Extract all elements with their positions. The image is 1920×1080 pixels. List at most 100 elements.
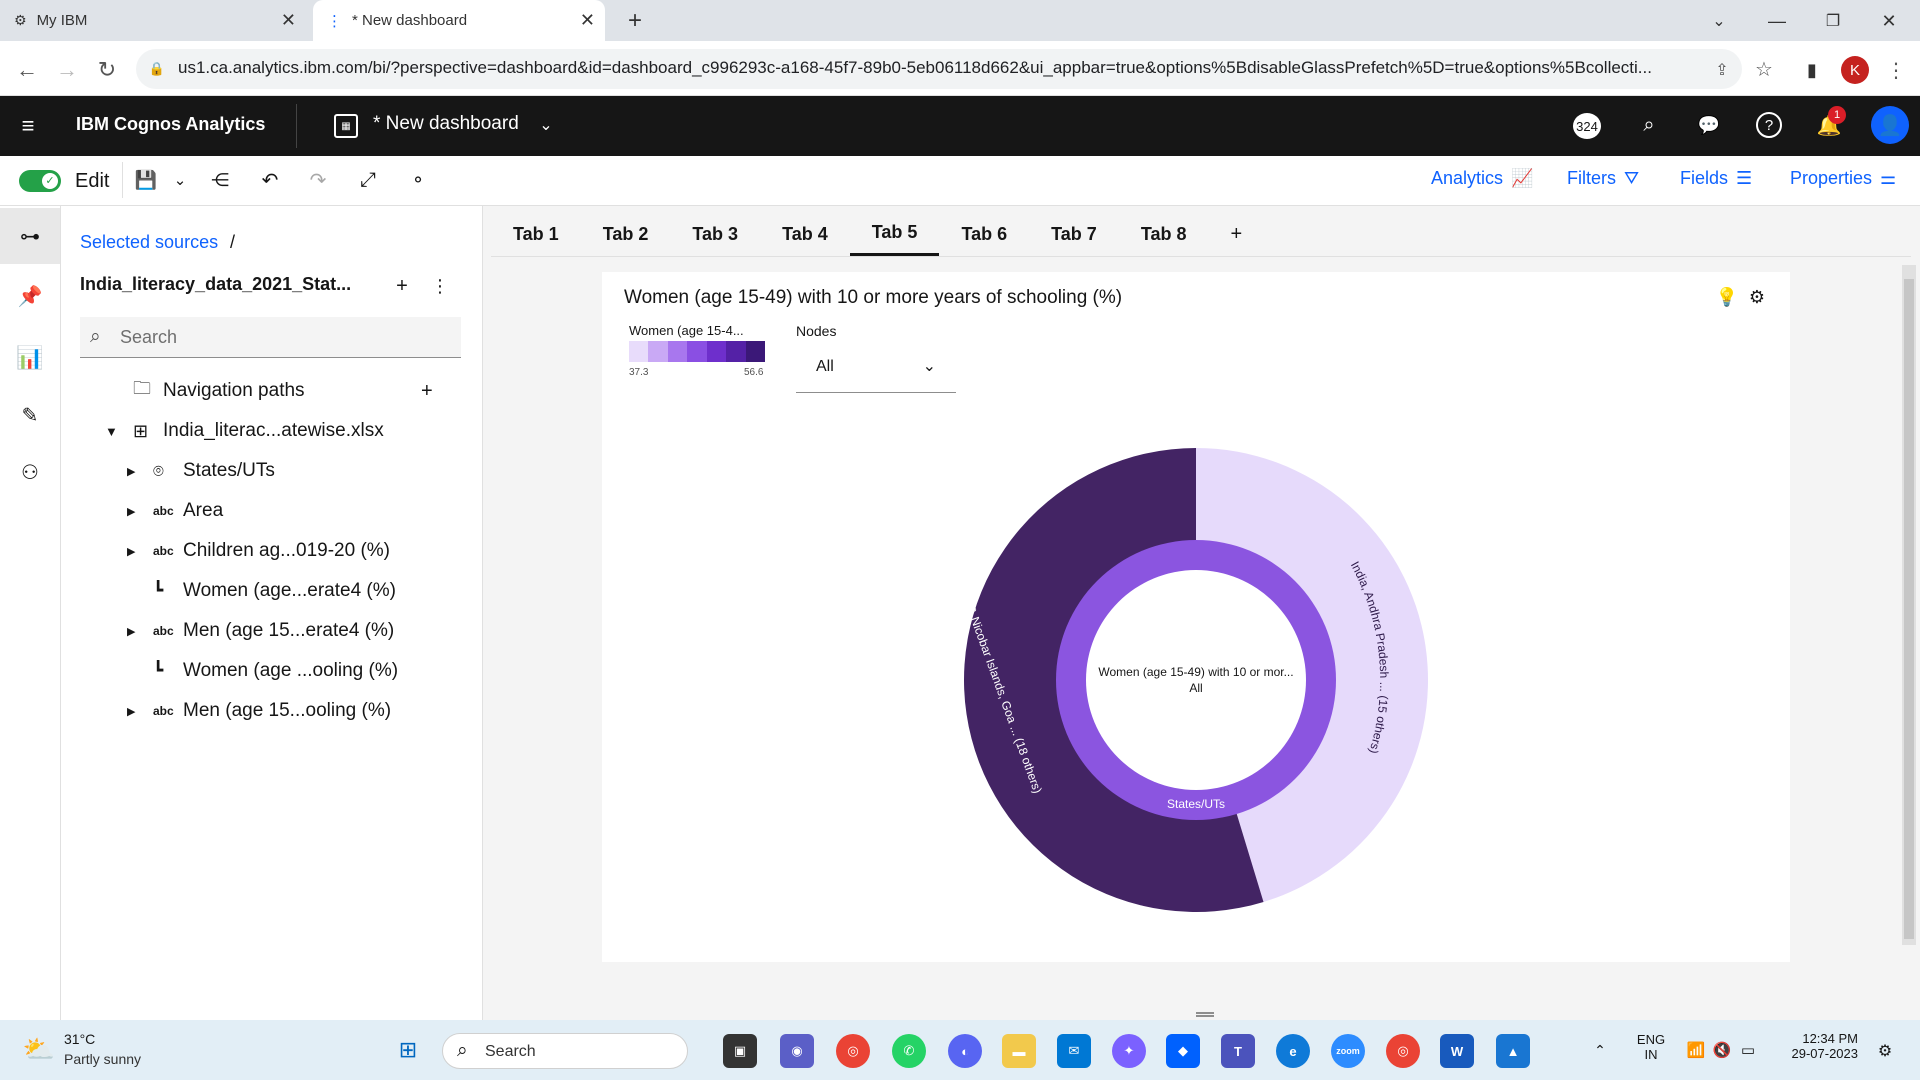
undo-icon[interactable]: ↶ <box>258 168 282 192</box>
tree-item-women-literate[interactable]: ┗ Women (age...erate4 (%) <box>61 571 481 611</box>
weather-temp[interactable]: 31°C <box>64 1031 95 1047</box>
fields-button[interactable]: Fields ☰ <box>1680 168 1752 189</box>
fullscreen-icon[interactable]: ⤢ <box>356 168 380 192</box>
restore-icon[interactable]: ❐ <box>1820 8 1846 34</box>
copilot-icon[interactable]: ✦ <box>1112 1034 1146 1068</box>
settings-gear-icon[interactable]: ⚙ <box>1746 286 1768 308</box>
zoom-icon[interactable]: zoom <box>1331 1034 1365 1068</box>
battery-icon[interactable]: ▭ <box>1738 1040 1758 1060</box>
browser-menu-icon[interactable]: ⋮ <box>1886 57 1906 83</box>
taskbar-search[interactable]: ⌕ Search <box>442 1033 688 1069</box>
discord-icon[interactable]: ◐ <box>948 1034 982 1068</box>
vertical-scrollbar[interactable] <box>1902 265 1916 945</box>
insights-bulb-icon[interactable]: 💡 <box>1716 286 1738 308</box>
lock-icon[interactable]: 🔒 <box>148 60 166 78</box>
chevron-down-icon[interactable]: ⌄ <box>535 112 557 138</box>
tree-item-table[interactable]: ▼ ⊞ India_literac...atewise.xlsx <box>61 411 481 451</box>
close-tab-icon[interactable]: ✕ <box>580 10 595 31</box>
chrome-profile-icon[interactable]: ◎ <box>1386 1034 1420 1068</box>
caret-right-icon[interactable]: ▶ <box>127 545 135 558</box>
share-network-icon[interactable]: ⋲ <box>208 168 232 192</box>
badge-counter[interactable]: 324 <box>1573 113 1601 139</box>
dropbox-icon[interactable]: ◆ <box>1166 1034 1200 1068</box>
word-icon[interactable]: W <box>1440 1034 1474 1068</box>
caret-right-icon[interactable]: ▶ <box>127 465 135 478</box>
tree-item-states[interactable]: ▶ ⌾ States/UTs <box>61 451 481 491</box>
add-tab-button[interactable]: + <box>1209 212 1265 256</box>
profile-avatar[interactable]: K <box>1841 56 1869 84</box>
search-icon[interactable]: ⌕ <box>1636 112 1662 138</box>
new-tab-icon[interactable]: + <box>622 7 648 34</box>
sunburst-chart[interactable]: India, Andhra Pradesh ... (15 others) Wo… <box>960 440 1440 920</box>
edit-toggle[interactable]: ✓ <box>19 170 61 192</box>
tree-item-women-schooling[interactable]: ┗ Women (age ...ooling (%) <box>61 651 481 691</box>
save-menu-chevron-icon[interactable]: ⌄ <box>170 168 190 192</box>
tab-2[interactable]: Tab 2 <box>581 212 671 256</box>
clock[interactable]: 12:34 PM 29-07-2023 <box>1778 1031 1859 1061</box>
tab-5[interactable]: Tab 5 <box>849 212 940 256</box>
tree-item-men-literate[interactable]: ▶ abc Men (age 15...erate4 (%) <box>61 611 481 651</box>
analytics-button[interactable]: Analytics 📈 <box>1431 168 1533 189</box>
weather-desc[interactable]: Partly sunny <box>64 1051 141 1067</box>
source-name[interactable]: India_literacy_data_2021_Stat... <box>80 274 351 295</box>
source-search-field[interactable]: ⌕ Search <box>80 317 461 358</box>
tree-item-children[interactable]: ▶ abc Children ag...019-20 (%) <box>61 531 481 571</box>
hamburger-menu-icon[interactable]: ≡ <box>16 113 40 138</box>
breadcrumb-selected-sources[interactable]: Selected sources <box>80 232 218 253</box>
whatsapp-icon[interactable]: ✆ <box>892 1034 926 1068</box>
close-tab-icon[interactable]: ✕ <box>281 10 296 31</box>
mail-icon[interactable]: ✉ <box>1057 1034 1091 1068</box>
widgets-icon[interactable]: ✎ <box>16 401 44 429</box>
tab-search-chevron-icon[interactable]: ⌄ <box>1706 8 1732 34</box>
filters-button[interactable]: Filters ⛛ <box>1567 168 1639 189</box>
minimize-icon[interactable]: — <box>1764 8 1790 34</box>
nodes-dropdown[interactable]: All ⌄ <box>796 348 956 393</box>
forward-icon[interactable]: → <box>54 57 80 83</box>
caret-right-icon[interactable]: ▶ <box>127 705 135 718</box>
task-view-icon[interactable]: ▣ <box>723 1034 757 1068</box>
browser-tab-myibm[interactable]: ⚙ My IBM ✕ <box>14 0 304 41</box>
speaker-muted-icon[interactable]: 🔇 <box>1712 1040 1732 1060</box>
tab-8[interactable]: Tab 8 <box>1119 212 1209 256</box>
back-icon[interactable]: ← <box>14 57 40 83</box>
add-source-icon[interactable]: + <box>392 275 412 297</box>
tab-7[interactable]: Tab 7 <box>1029 212 1119 256</box>
reload-icon[interactable]: ↻ <box>94 57 120 83</box>
help-icon[interactable]: ? <box>1756 112 1782 138</box>
sources-tree-icon[interactable]: ⊶ <box>0 208 60 264</box>
tree-item-navigation-paths[interactable]: 🗀 Navigation paths + <box>61 371 481 411</box>
assistant-icon[interactable]: ⚇ <box>16 458 44 486</box>
scrollbar-thumb[interactable] <box>1904 279 1914 939</box>
share-icon[interactable]: ⇪ <box>1710 58 1734 82</box>
overflow-menu-icon[interactable]: ⋮ <box>430 276 450 296</box>
tree-item-men-schooling[interactable]: ▶ abc Men (age 15...ooling (%) <box>61 691 481 731</box>
weather-icon[interactable]: ⛅ <box>22 1032 56 1066</box>
sidepanel-icon[interactable]: ▮ <box>1800 58 1824 82</box>
save-icon[interactable]: 💾 <box>134 168 158 192</box>
bottom-resize-handle[interactable] <box>1196 1012 1214 1017</box>
language-indicator[interactable]: ENG IN <box>1636 1032 1666 1062</box>
tree-item-area[interactable]: ▶ abc Area <box>61 491 481 531</box>
tray-chevron-up-icon[interactable]: ⌃ <box>1590 1040 1610 1060</box>
tab-4[interactable]: Tab 4 <box>760 212 850 256</box>
bookmark-star-icon[interactable]: ☆ <box>1752 57 1776 81</box>
edge-icon[interactable]: e <box>1276 1034 1310 1068</box>
redo-icon[interactable]: ↷ <box>306 168 330 192</box>
user-avatar-icon[interactable]: 👤 <box>1871 106 1909 144</box>
tab-6[interactable]: Tab 6 <box>939 212 1029 256</box>
add-path-icon[interactable]: + <box>421 380 433 403</box>
chrome-icon[interactable]: ◎ <box>836 1034 870 1068</box>
file-explorer-icon[interactable]: ▬ <box>1002 1034 1036 1068</box>
pin-icon[interactable]: 📌 <box>16 282 44 310</box>
caret-right-icon[interactable]: ▶ <box>127 625 135 638</box>
properties-button[interactable]: Properties ⚌ <box>1790 168 1896 189</box>
tab-3[interactable]: Tab 3 <box>670 212 760 256</box>
caret-right-icon[interactable]: ▶ <box>127 505 135 518</box>
wifi-icon[interactable]: 📶 <box>1686 1040 1706 1060</box>
notification-center-icon[interactable]: ⚙ <box>1874 1040 1896 1062</box>
teams-chat-icon[interactable]: ◉ <box>780 1034 814 1068</box>
dashboard-title[interactable]: * New dashboard <box>373 113 519 135</box>
visualizations-icon[interactable]: 📊 <box>16 344 44 372</box>
teams-icon[interactable]: T <box>1221 1034 1255 1068</box>
browser-tab-dashboard[interactable]: ⋮ * New dashboard ✕ <box>313 0 605 41</box>
